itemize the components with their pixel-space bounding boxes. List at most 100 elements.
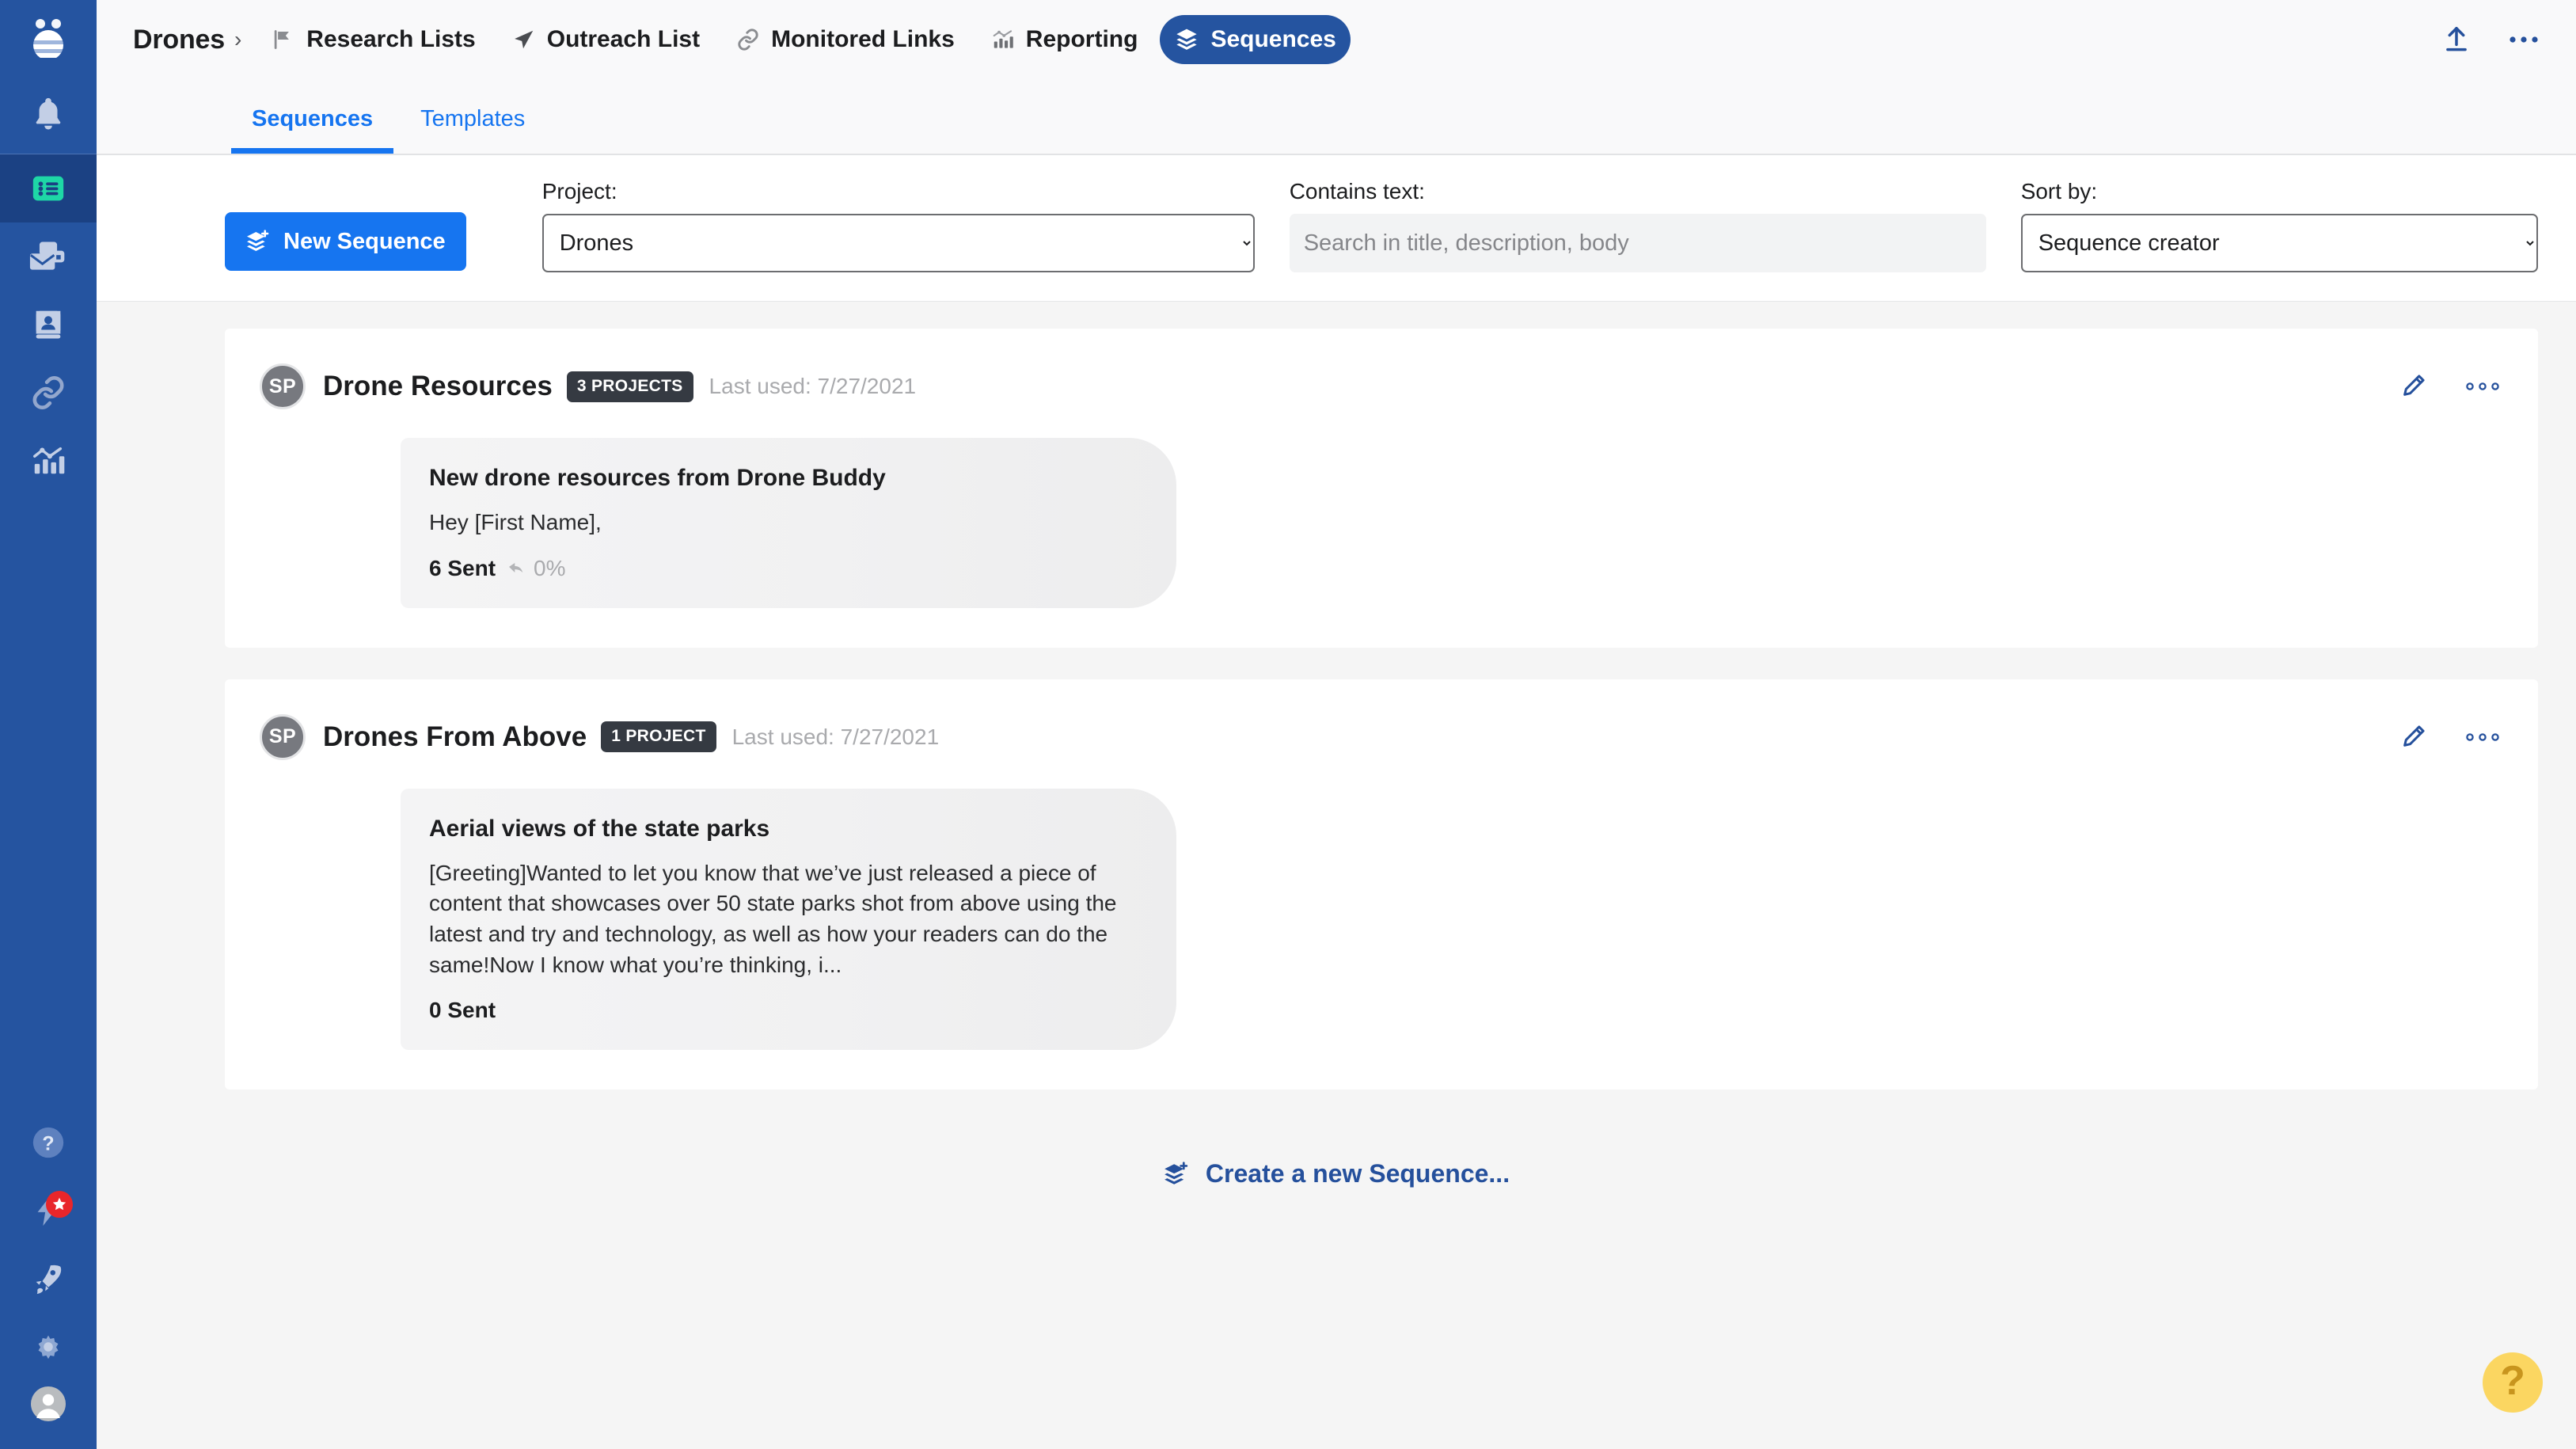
reply-rate: 0%: [507, 555, 566, 581]
sequence-title[interactable]: Drone Resources: [323, 371, 553, 402]
nav-link-label: Sequences: [1210, 26, 1336, 52]
nav-links: Research Lists Outreach List Monitored L…: [257, 15, 1351, 64]
sidebar-item-contacts[interactable]: [0, 291, 97, 359]
bar-chart-icon: [30, 443, 66, 479]
email-preview[interactable]: Aerial views of the state parks [Greetin…: [401, 788, 1176, 1051]
sequences-list: SP Drone Resources 3 PROJECTS Last used:…: [97, 302, 2576, 1449]
rocket-icon: [30, 1261, 66, 1297]
flag-icon: [272, 28, 295, 51]
star-icon: [51, 1196, 67, 1212]
sidebar-item-reporting[interactable]: [0, 427, 97, 495]
project-select[interactable]: Drones: [541, 214, 1255, 272]
email-body-snippet: Hey [First Name],: [429, 510, 602, 534]
breadcrumb-project-name[interactable]: Drones: [133, 25, 225, 55]
sort-by-select[interactable]: Sequence creator: [2020, 214, 2538, 272]
nav-link-label: Research Lists: [306, 26, 476, 52]
help-fab-button[interactable]: ?: [2483, 1352, 2543, 1413]
nav-link-outreach-list[interactable]: Outreach List: [498, 15, 714, 64]
sequence-title[interactable]: Drones From Above: [323, 721, 587, 753]
upload-icon[interactable]: [2441, 25, 2472, 55]
nav-link-label: Monitored Links: [771, 26, 955, 52]
question-mark-icon: ?: [2500, 1358, 2525, 1404]
mail-icon: [29, 239, 67, 274]
project-filter: Project: Drones: [541, 179, 1255, 272]
link-icon: [736, 28, 760, 51]
sidebar-item-help[interactable]: ?: [0, 1109, 97, 1177]
sidebar-item-whats-new[interactable]: [0, 1177, 97, 1245]
sidebar-item-upgrades[interactable]: [0, 1245, 97, 1313]
contact-book-icon: [30, 306, 66, 343]
email-preview[interactable]: New drone resources from Drone Buddy Hey…: [401, 438, 1176, 608]
nav-link-monitored-links[interactable]: Monitored Links: [722, 15, 969, 64]
sequence-card[interactable]: SP Drone Resources 3 PROJECTS Last used:…: [225, 329, 2538, 648]
email-stats: 6 Sent 0%: [429, 556, 1145, 581]
nav-link-label: Reporting: [1025, 26, 1138, 52]
sent-count: 6 Sent: [429, 555, 496, 580]
user-avatar-icon: [29, 1385, 67, 1423]
breadcrumb: Drones ›: [133, 25, 253, 55]
nav-link-sequences[interactable]: Sequences: [1160, 15, 1351, 64]
list-icon: [30, 170, 66, 207]
reply-rate-value: 0%: [534, 555, 566, 580]
question-circle-icon: ?: [30, 1124, 66, 1161]
sidebar-item-account[interactable]: [0, 1381, 97, 1449]
paper-plane-icon: [512, 28, 536, 51]
last-used-text: Last used: 7/27/2021: [709, 374, 917, 398]
sequence-card-actions: [2399, 723, 2500, 751]
top-navigation-bar: Drones › Research Lists Outreach List Mo…: [97, 0, 2576, 79]
tab-sequences[interactable]: Sequences: [231, 108, 394, 154]
search-input[interactable]: [1289, 214, 1986, 272]
left-sidebar: ?: [0, 0, 97, 1449]
buzzstream-logo-icon: [27, 17, 70, 63]
project-filter-label: Project:: [541, 179, 617, 203]
avatar: SP: [260, 713, 306, 760]
tab-bar: Sequences Templates: [97, 79, 2576, 155]
sidebar-item-lists[interactable]: [0, 154, 97, 222]
sidebar-item-links[interactable]: [0, 359, 97, 427]
email-stats: 0 Sent: [429, 998, 1145, 1023]
tab-templates[interactable]: Templates: [400, 108, 545, 154]
app-root: ? Drones › Research Lists Outreach List …: [0, 0, 2576, 1449]
nav-link-research-lists[interactable]: Research Lists: [257, 15, 489, 64]
top-nav-actions: [2441, 25, 2540, 55]
whats-new-badge: [46, 1191, 73, 1218]
email-subject: New drone resources from Drone Buddy: [429, 465, 886, 491]
sidebar-item-inbox[interactable]: [0, 222, 97, 291]
more-horizontal-icon[interactable]: [2508, 34, 2540, 45]
chart-icon: [991, 28, 1015, 51]
projects-badge: 3 PROJECTS: [566, 371, 693, 402]
link-icon: [30, 375, 66, 411]
sidebar-item-settings[interactable]: [0, 1313, 97, 1381]
nav-link-label: Outreach List: [546, 26, 701, 52]
bell-icon: [30, 95, 66, 131]
layers-icon: [1174, 27, 1199, 52]
svg-text:?: ?: [42, 1133, 54, 1155]
last-used-text: Last used: 7/27/2021: [731, 724, 940, 749]
sidebar-item-notifications[interactable]: [0, 79, 97, 147]
create-new-sequence-label: Create a new Sequence...: [1205, 1159, 1510, 1188]
new-sequence-button[interactable]: New Sequence: [225, 212, 466, 271]
projects-badge: 1 PROJECT: [601, 721, 716, 753]
sequence-card-header: SP Drone Resources 3 PROJECTS Last used:…: [225, 363, 2538, 409]
sequence-card[interactable]: SP Drones From Above 1 PROJECT Last used…: [225, 679, 2538, 1090]
sequence-card-actions: [2399, 372, 2500, 401]
chevron-right-icon: ›: [234, 27, 242, 51]
new-sequence-label: New Sequence: [283, 228, 446, 254]
app-logo[interactable]: [0, 0, 97, 79]
three-dots-icon[interactable]: [2465, 732, 2500, 743]
contains-text-label: Contains text:: [1289, 179, 1425, 203]
pencil-icon[interactable]: [2399, 372, 2427, 401]
layers-plus-icon: [1163, 1161, 1190, 1188]
nav-link-reporting[interactable]: Reporting: [977, 15, 1153, 64]
avatar: SP: [260, 363, 306, 409]
gear-icon: [30, 1329, 66, 1365]
three-dots-icon[interactable]: [2465, 381, 2500, 392]
pencil-icon[interactable]: [2399, 723, 2427, 751]
main-area: Drones › Research Lists Outreach List Mo…: [97, 0, 2576, 1449]
sort-by-filter: Sort by: Sequence creator: [2020, 179, 2538, 272]
sort-by-label: Sort by:: [2020, 179, 2098, 203]
create-new-sequence-link[interactable]: Create a new Sequence...: [97, 1159, 2576, 1188]
contains-text-filter: Contains text:: [1289, 179, 1986, 272]
email-body-snippet: [Greeting]Wanted to let you know that we…: [429, 860, 1117, 977]
sequence-card-header: SP Drones From Above 1 PROJECT Last used…: [225, 713, 2538, 760]
